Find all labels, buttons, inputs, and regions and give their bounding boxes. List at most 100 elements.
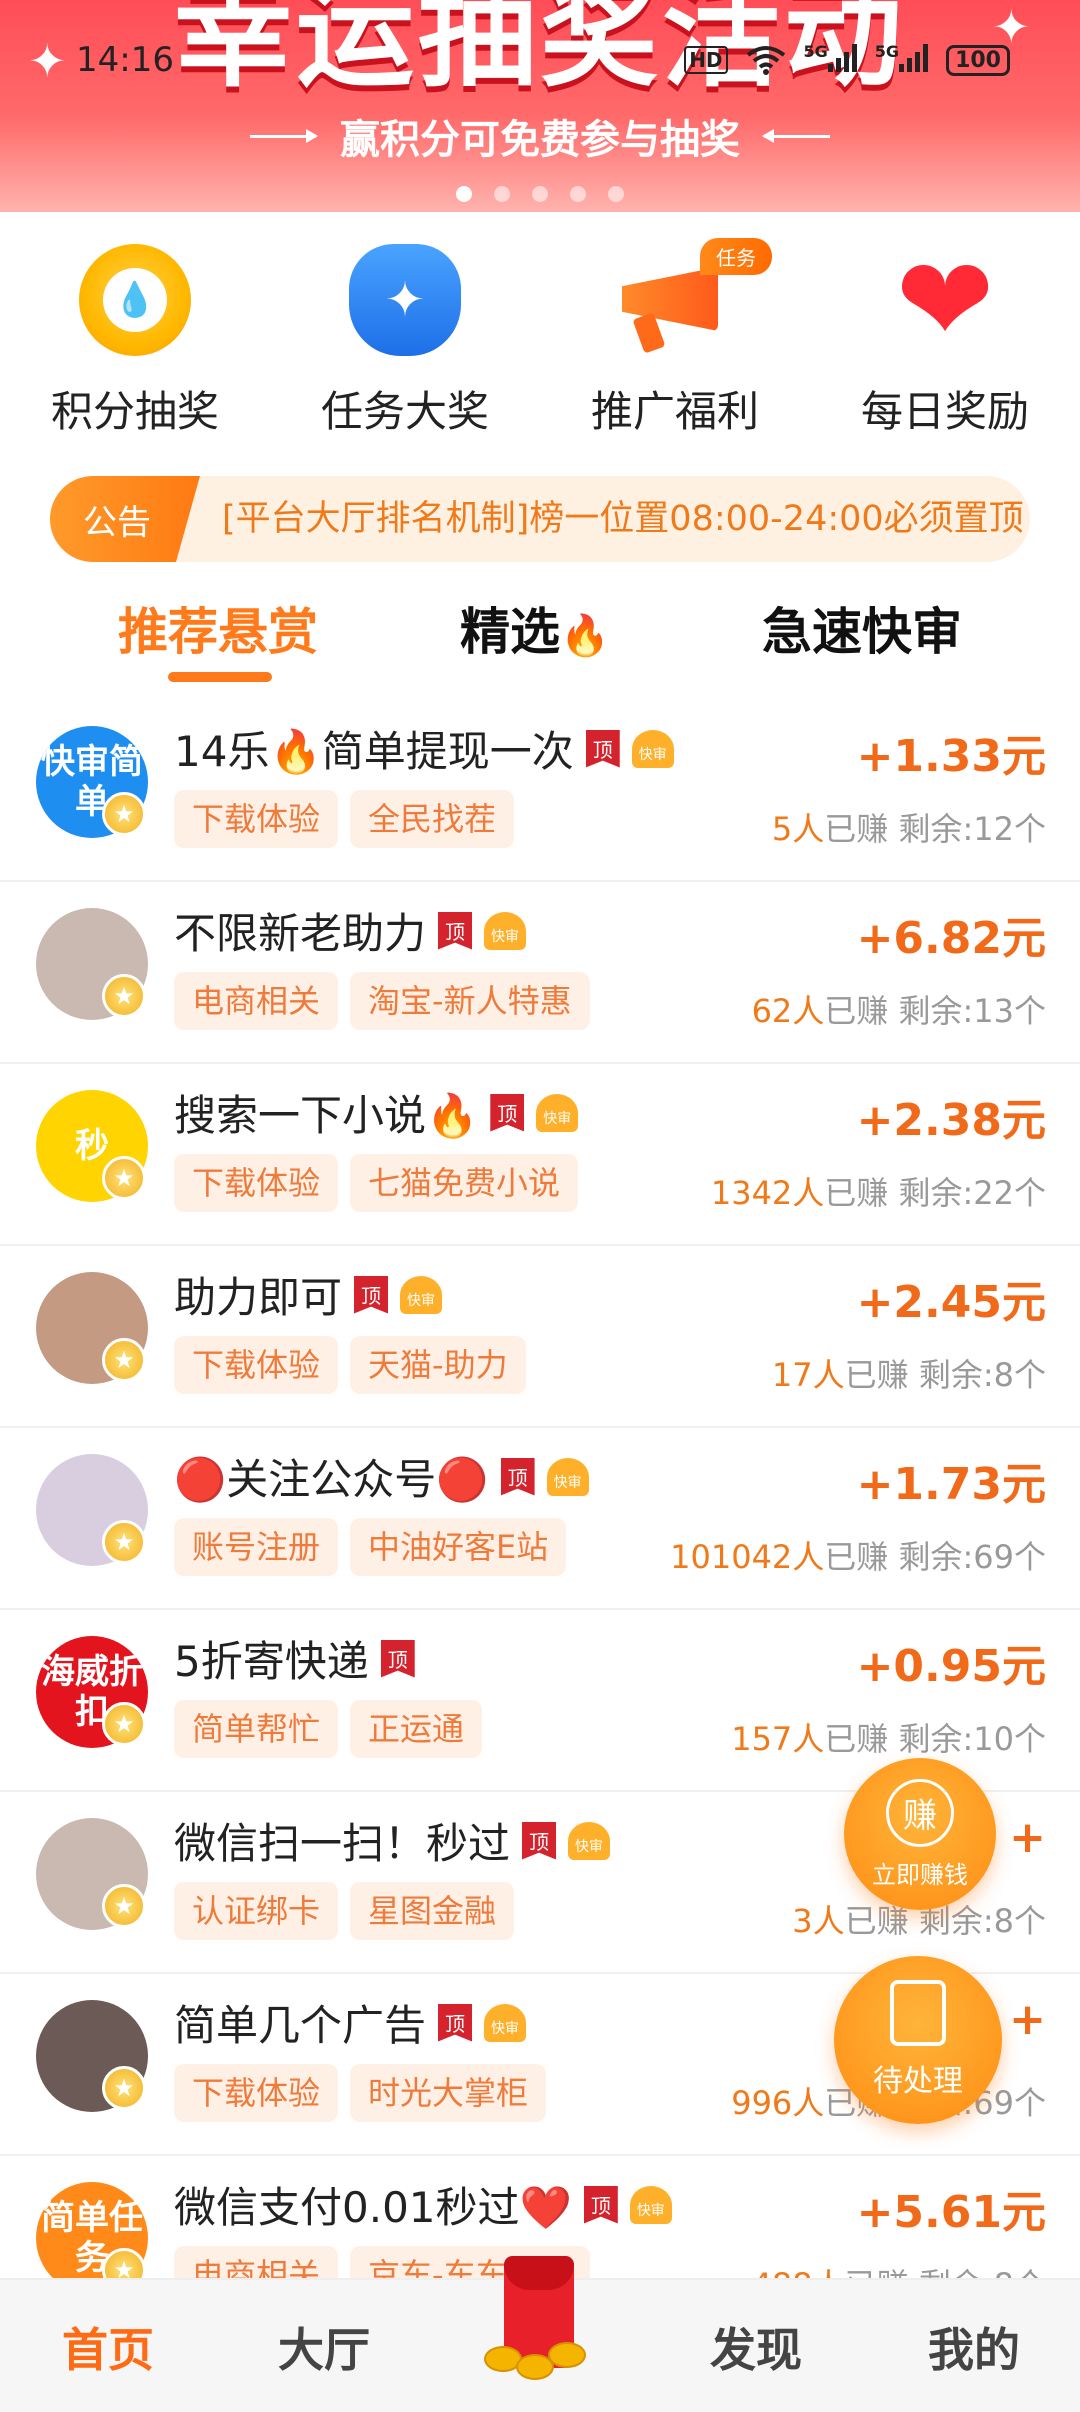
task-stats: 17人已赚 剩余:8个 [772, 1350, 1046, 1396]
active-tab-indicator [168, 672, 272, 682]
pinned-badge-icon: 顶 [438, 2003, 473, 2042]
network-type: 5G [874, 42, 900, 61]
tab-fast-review[interactable]: 急速快审 [762, 592, 962, 664]
earned-label: 已赚 [824, 810, 889, 848]
quick-entry-label: 推广福利 [590, 387, 759, 436]
coin-icon: 💧 [75, 240, 195, 360]
announcement-text: [平台大厅排名机制]榜一位置08:00-24:00必须置顶 [222, 499, 1024, 539]
task-tag: 下载体验 [174, 1154, 339, 1212]
nav-hall[interactable]: 大厅 [278, 2314, 370, 2380]
earned-count: 157人 [731, 1720, 825, 1758]
task-row[interactable]: 快审简单 ★ 14乐🔥简单提现一次顶快审 下载体验 全民找茬 +1.33元 5人已赚 剩余:… [0, 700, 1080, 882]
status-time: 14:16 [76, 40, 174, 80]
pinned-badge-icon: 顶 [490, 1093, 525, 1132]
task-tag: 正运通 [350, 1700, 483, 1758]
fast-review-badge-icon: 快审 [400, 1275, 443, 1314]
task-row[interactable]: ★ 助力即可顶快审 下载体验 天猫-助力 +2.45元 17人已赚 剩余:8个 [0, 1246, 1080, 1428]
task-tabs: 推荐悬赏 精选🔥 急速快审 [0, 592, 1080, 682]
earned-count: 101042人 [670, 1538, 825, 1576]
pinned-badge-icon: 顶 [354, 1275, 389, 1314]
task-row[interactable]: ★ 不限新老助力顶快审 电商相关 淘宝-新人特惠 +6.82元 62人已赚 剩余:13个 [0, 882, 1080, 1064]
task-stats: 101042人已赚 剩余:69个 [670, 1532, 1046, 1578]
tab-label: 精选 [460, 603, 560, 661]
medal-icon: ★ [102, 1884, 146, 1928]
task-tag: 下载体验 [174, 2064, 339, 2122]
earned-label: 已赚 [824, 1174, 889, 1212]
carousel-dot[interactable] [608, 186, 624, 202]
announcement-bar[interactable]: 公告 [平台大厅排名机制]榜一位置08:00-24:00必须置顶 [50, 476, 1030, 562]
remaining-count: 剩余:69个 [898, 1538, 1046, 1576]
announcement-tag: 公告 [50, 476, 200, 562]
earn-icon: 赚 [886, 1778, 954, 1847]
earned-count: 996人 [731, 2084, 825, 2122]
task-title-row: 微信支付0.01秒过❤️ 顶快审 [174, 2174, 672, 2235]
task-title: 简单几个广告 [174, 2001, 427, 2050]
pinned-badge-icon: 顶 [500, 1457, 535, 1496]
quick-entry-promotion[interactable]: 任务 推广福利 [540, 238, 810, 460]
task-title-row: 简单几个广告顶快审 [174, 1992, 527, 2053]
carousel-dot[interactable] [456, 186, 472, 202]
pending-button[interactable]: 待处理 [834, 1956, 1002, 2124]
task-tag: 下载体验 [174, 790, 339, 848]
task-stats: 5人已赚 剩余:12个 [772, 804, 1046, 850]
carousel-indicator [0, 186, 1080, 202]
task-row[interactable]: ★ 🔴关注公众号🔴 顶快审 账号注册 中油好客E站 +1.73元 101042人已赚 剩余:… [0, 1428, 1080, 1610]
task-reward: +2.38元 [856, 1095, 1046, 1146]
task-title: 🔴关注公众号🔴 [174, 1455, 489, 1504]
earn-now-button[interactable]: 赚 立即赚钱 [844, 1758, 996, 1910]
nav-home[interactable]: 首页 [62, 2314, 154, 2380]
arrow-left-icon [762, 128, 830, 143]
signal-1-icon: 5G [804, 42, 857, 78]
task-reward: +5.61元 [856, 2187, 1046, 2238]
task-reward: +1.73元 [856, 1459, 1046, 1510]
hd-icon: HD [684, 46, 728, 74]
task-tag: 淘宝-新人特惠 [350, 972, 590, 1030]
remaining-count: 剩余:12个 [898, 810, 1046, 848]
task-stats: 1342人已赚 剩余:22个 [711, 1168, 1046, 1214]
earned-count: 3人 [792, 1902, 845, 1940]
promo-banner[interactable]: 幸运抽奖活动 ✦ ✦ 赢积分可免费参与抽奖 [0, 0, 1080, 212]
fast-review-badge-icon: 快审 [484, 911, 527, 950]
quick-entry-daily-reward[interactable]: ❤ 每日奖励 [810, 240, 1080, 460]
fast-review-badge-icon: 快审 [536, 1093, 579, 1132]
earned-count: 62人 [751, 992, 825, 1030]
task-title: 搜索一下小说🔥 [174, 1091, 479, 1140]
task-tags: 账号注册 中油好客E站 [174, 1518, 567, 1576]
medal-icon: ★ [102, 974, 146, 1018]
nav-discover[interactable]: 发现 [710, 2314, 802, 2380]
arrow-right-icon [250, 128, 318, 143]
task-title-row: 14乐🔥简单提现一次顶快审 [174, 718, 674, 779]
fast-review-badge-icon: 快审 [629, 2185, 672, 2224]
fire-icon: 🔥 [560, 613, 610, 659]
status-icons: HD 5G 5G 100 [684, 42, 1010, 78]
earned-label: 已赚 [824, 1538, 889, 1576]
task-tags: 认证绑卡 星图金融 [174, 1882, 515, 1940]
task-tag: 星图金融 [350, 1882, 515, 1940]
fast-review-badge-icon: 快审 [546, 1457, 589, 1496]
task-reward: +6.82元 [856, 913, 1046, 964]
pinned-badge-icon: 顶 [438, 911, 473, 950]
carousel-dot[interactable] [494, 186, 510, 202]
task-stats: 157人已赚 剩余:10个 [731, 1714, 1046, 1760]
network-type: 5G [803, 42, 828, 61]
red-packet-icon[interactable] [476, 2246, 616, 2396]
carousel-dot[interactable] [570, 186, 586, 202]
remaining-count: 剩余:22个 [898, 1174, 1046, 1212]
earned-label: 已赚 [844, 1356, 909, 1394]
task-title-row: 不限新老助力顶快审 [174, 900, 527, 961]
remaining-count: 剩余:10个 [898, 1720, 1046, 1758]
carousel-dot[interactable] [532, 186, 548, 202]
quick-entry-task-prize[interactable]: ✦ 任务大奖 [270, 240, 540, 460]
task-title: 14乐🔥简单提现一次 [174, 727, 574, 776]
tab-featured[interactable]: 精选🔥 [460, 592, 610, 664]
task-row[interactable]: 秒 ★ 搜索一下小说🔥 顶快审 下载体验 七猫免费小说 +2.38元 1342人已赚 剩余:2… [0, 1064, 1080, 1246]
task-title-row: 搜索一下小说🔥 顶快审 [174, 1082, 579, 1143]
earned-label: 已赚 [824, 1720, 889, 1758]
fast-review-badge-icon: 快审 [484, 2003, 527, 2042]
quick-entry-points-lottery[interactable]: 💧 积分抽奖 [0, 240, 270, 460]
quick-entry-label: 每日奖励 [860, 387, 1029, 436]
nav-mine[interactable]: 我的 [928, 2314, 1020, 2380]
tab-recommended[interactable]: 推荐悬赏 [118, 592, 318, 664]
earned-count: 5人 [771, 810, 825, 848]
task-stats: 62人已赚 剩余:13个 [752, 986, 1046, 1032]
